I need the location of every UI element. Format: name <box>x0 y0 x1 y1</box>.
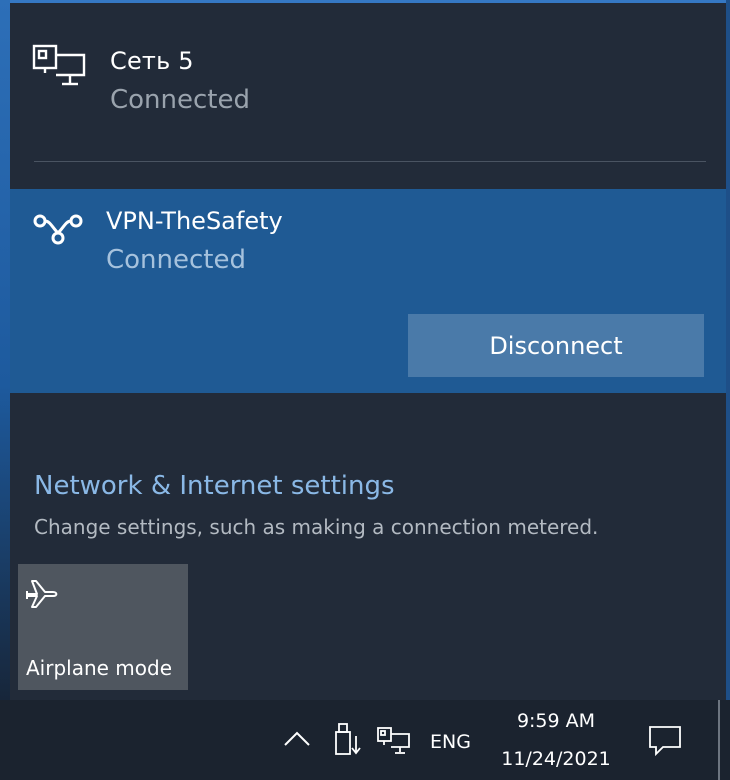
divider <box>34 161 706 162</box>
usb-drive-icon[interactable] <box>333 722 365 762</box>
settings-description: Change settings, such as making a connec… <box>34 515 599 539</box>
vpn-connection-name: VPN-TheSafety <box>106 207 283 235</box>
vpn-icon <box>32 207 84 251</box>
network-internet-settings-link[interactable]: Network & Internet settings <box>34 471 395 501</box>
language-indicator[interactable]: ENG <box>430 731 471 753</box>
desktop-background-right <box>726 0 730 700</box>
desktop-background-left <box>0 0 10 700</box>
notification-icon[interactable] <box>647 724 683 762</box>
clock-date[interactable]: 11/24/2021 <box>496 748 616 770</box>
chevron-up-icon[interactable] <box>282 728 312 754</box>
network-item-ethernet[interactable]: Сеть 5 Connected <box>10 3 726 163</box>
disconnect-button[interactable]: Disconnect <box>408 314 704 377</box>
ethernet-icon <box>32 43 88 91</box>
ethernet-connection-status: Connected <box>110 85 251 115</box>
network-icon[interactable] <box>376 726 412 760</box>
airplane-icon <box>24 578 60 616</box>
ethernet-network-name: Сеть 5 <box>110 47 194 75</box>
show-desktop-button[interactable] <box>718 700 720 780</box>
airplane-mode-tile[interactable]: Airplane mode <box>18 564 188 690</box>
airplane-mode-label: Airplane mode <box>26 656 173 680</box>
clock-time[interactable]: 9:59 AM <box>496 710 616 732</box>
taskbar: ENG 9:59 AM 11/24/2021 <box>0 700 730 780</box>
network-item-vpn[interactable]: VPN-TheSafety Connected Disconnect <box>10 189 726 393</box>
network-flyout: Сеть 5 Connected VPN-TheSafety Connected… <box>10 3 726 700</box>
vpn-connection-status: Connected <box>106 245 247 275</box>
